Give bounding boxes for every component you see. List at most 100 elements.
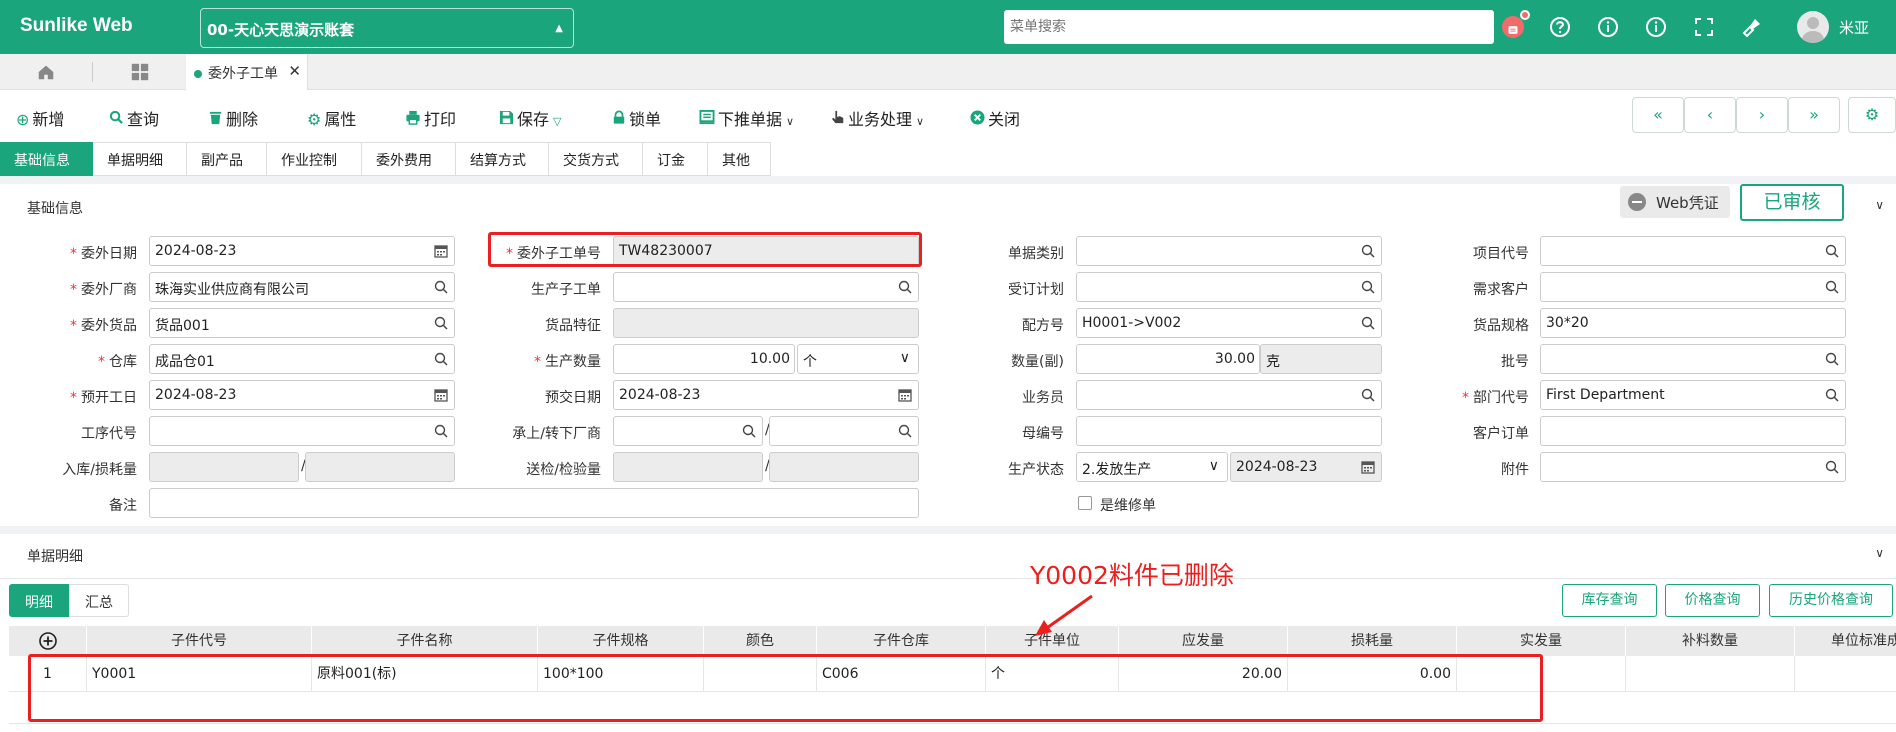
arrow-icon [1035, 594, 1093, 636]
demand-customer-field[interactable] [1540, 272, 1846, 302]
lock-label: 锁单 [629, 110, 662, 129]
planned-delivery-label: 预交日期 [545, 390, 601, 406]
price-query-button[interactable]: 价格查询 [1665, 584, 1760, 617]
home-icon [38, 65, 54, 80]
prod-qty-unit-select[interactable]: 个 ∨ [797, 344, 919, 374]
push-down-button[interactable]: 下推单据 ∨ [699, 106, 794, 130]
order-plan-field[interactable] [1076, 272, 1382, 302]
col-header-warehouse[interactable]: 子件仓库 [817, 626, 986, 656]
salesman-field[interactable] [1076, 380, 1382, 410]
cell-std-cost[interactable] [1795, 656, 1896, 692]
tab-settlement[interactable]: 结算方式 [456, 142, 549, 176]
apps-tab[interactable] [94, 54, 186, 90]
remark-field[interactable] [149, 488, 919, 518]
attrs-button[interactable]: ⚙ 属性 [307, 106, 356, 130]
outsource-date-field[interactable]: 2024-08-23 [149, 236, 455, 266]
next-record-button[interactable]: › [1736, 97, 1788, 133]
parent-no-field[interactable] [1076, 416, 1382, 446]
home-tab[interactable] [0, 54, 92, 90]
tab-by-products[interactable]: 副产品 [187, 142, 267, 176]
tab-doc-detail[interactable]: 单据明细 [93, 142, 187, 176]
dept-code-field[interactable]: First Department [1540, 380, 1846, 410]
user-name[interactable]: 米亚 [1839, 17, 1869, 38]
chevron-down-icon[interactable]: ∨ [1875, 198, 1884, 212]
is-repair-checkbox[interactable] [1078, 496, 1092, 510]
calendar-icon [434, 389, 448, 402]
settings-button[interactable]: ⚙ [1848, 97, 1896, 133]
col-header-should-issue[interactable]: 应发量 [1119, 626, 1288, 656]
prod-status-select[interactable]: 2.发放生产 ∨ [1076, 452, 1228, 482]
planned-delivery-field[interactable]: 2024-08-23 [613, 380, 919, 410]
tab-outsource-sub-order[interactable]: 委外子工单 ✕ [186, 54, 308, 90]
outsource-date-label: * 委外日期 [70, 246, 137, 262]
first-record-button[interactable]: « [1632, 97, 1684, 133]
tab-deposit[interactable]: 订金 [643, 142, 708, 176]
add-row-icon[interactable] [9, 626, 87, 656]
project-code-field[interactable] [1540, 236, 1846, 266]
history-price-query-button[interactable]: 历史价格查询 [1769, 584, 1893, 617]
warehouse-field[interactable]: 成品仓01 [149, 344, 455, 374]
goods-spec-field[interactable]: 30*20 [1540, 308, 1846, 338]
fullscreen-icon[interactable] [1689, 12, 1719, 42]
outsource-vendor-field[interactable]: 珠海实业供应商有限公司 [149, 272, 455, 302]
col-header-color[interactable]: 颜色 [704, 626, 817, 656]
tab-operation-control[interactable]: 作业控制 [267, 142, 362, 176]
stock-query-button[interactable]: 库存查询 [1562, 584, 1657, 617]
calendar-icon [898, 389, 912, 402]
col-header-name[interactable]: 子件名称 [312, 626, 538, 656]
col-header-spec[interactable]: 子件规格 [538, 626, 704, 656]
search-icon [1361, 316, 1375, 330]
parent-no-label: 母编号 [1022, 426, 1064, 442]
tab-other[interactable]: 其他 [708, 142, 771, 176]
attachment-field[interactable] [1540, 452, 1846, 482]
basic-info-title: 基础信息 [27, 201, 83, 217]
last-record-button[interactable]: » [1788, 97, 1840, 133]
downstream-vendor-field[interactable] [769, 416, 919, 446]
planned-start-field[interactable]: 2024-08-23 [149, 380, 455, 410]
upstream-vendor-field[interactable] [613, 416, 763, 446]
col-header-loss[interactable]: 损耗量 [1288, 626, 1457, 656]
gear-icon: ⚙ [1864, 105, 1880, 124]
outsource-goods-field[interactable]: 货品001 [149, 308, 455, 338]
doc-type-field[interactable] [1076, 236, 1382, 266]
lock-button[interactable]: 锁单 [612, 106, 661, 130]
prev-record-button[interactable]: ‹ [1684, 97, 1736, 133]
prod-qty-field[interactable]: 10.00 [613, 344, 795, 374]
tab-delivery[interactable]: 交货方式 [549, 142, 643, 176]
tab-outsource-fees[interactable]: 委外费用 [362, 142, 456, 176]
chevron-down-icon: ∨ [916, 115, 925, 128]
info-icon[interactable] [1593, 12, 1623, 42]
process-code-field[interactable] [149, 416, 455, 446]
clean-icon[interactable] [1737, 12, 1767, 42]
goods-spec-label: 货品规格 [1473, 318, 1529, 334]
print-button[interactable]: 打印 [405, 106, 456, 130]
tab-detail[interactable]: 明细 [9, 584, 69, 617]
web-voucher-button[interactable]: Web凭证 [1620, 186, 1730, 218]
close-button[interactable]: 关闭 [970, 106, 1020, 130]
col-header-supplement[interactable]: 补料数量 [1626, 626, 1795, 656]
message-icon[interactable] [1502, 16, 1524, 38]
menu-search-input[interactable] [1004, 10, 1494, 44]
cell-supplement[interactable] [1626, 656, 1795, 692]
col-header-code[interactable]: 子件代号 [87, 626, 312, 656]
add-button[interactable]: ⊕ 新增 [16, 106, 64, 130]
col-header-actual[interactable]: 实发量 [1457, 626, 1626, 656]
col-header-std-cost[interactable]: 单位标准成 [1795, 626, 1896, 656]
query-button[interactable]: 查询 [109, 106, 159, 130]
tab-basic-info[interactable]: 基础信息 [0, 142, 93, 176]
business-button[interactable]: 业务处理 ∨ [831, 106, 924, 130]
batch-no-field[interactable] [1540, 344, 1846, 374]
about-icon[interactable] [1641, 12, 1671, 42]
save-button[interactable]: 保存 ▽ [499, 106, 561, 130]
prod-sub-order-field[interactable] [613, 272, 919, 302]
formula-no-field[interactable]: H0001->V002 [1076, 308, 1382, 338]
chevron-down-icon[interactable]: ∨ [1875, 546, 1884, 560]
close-tab-icon[interactable]: ✕ [288, 62, 301, 80]
customer-order-field[interactable] [1540, 416, 1846, 446]
user-avatar[interactable] [1797, 11, 1829, 43]
help-icon[interactable] [1545, 12, 1575, 42]
qty-sub-field[interactable]: 30.00 [1076, 344, 1260, 374]
account-select[interactable]: 00-天心天思演示账套 ▲ [200, 8, 574, 48]
delete-button[interactable]: 删除 [208, 106, 258, 130]
tab-summary[interactable]: 汇总 [69, 584, 129, 617]
